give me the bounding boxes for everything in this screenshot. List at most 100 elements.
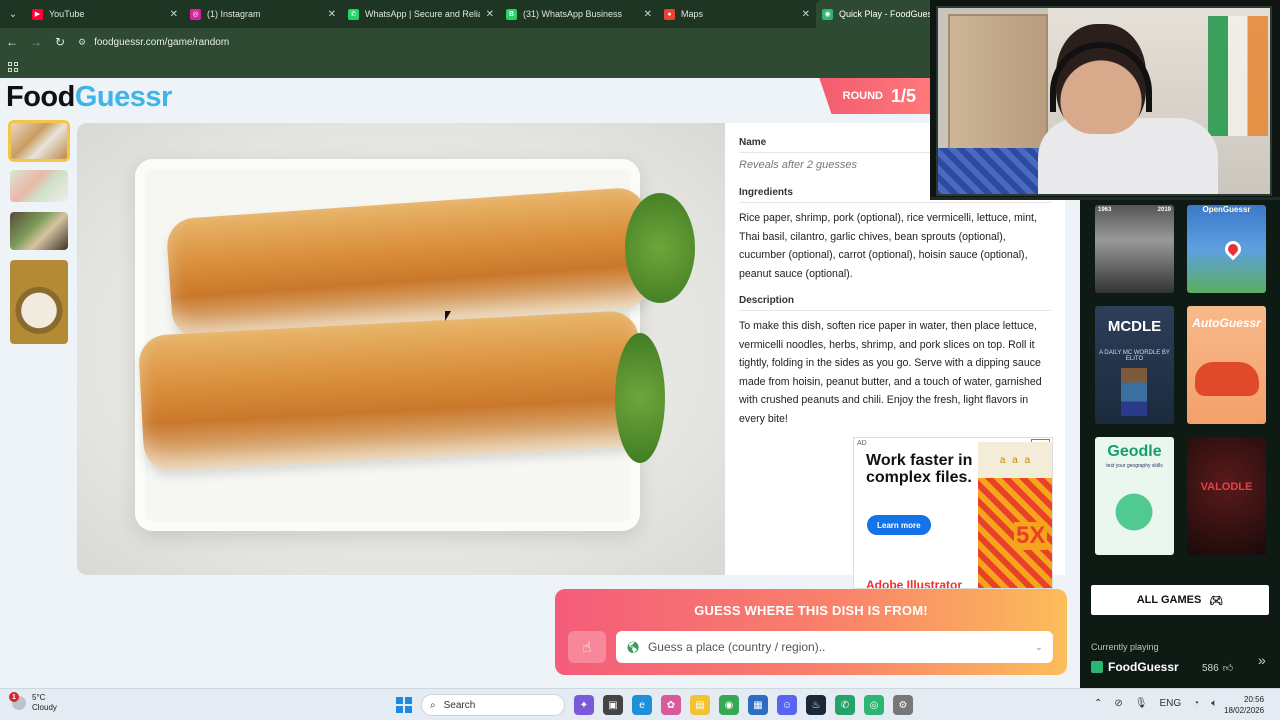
browser-tab[interactable]: ✆ WhatsApp | Secure and Reliable ✕ [342,0,500,28]
spring-roll-bottom [137,310,645,472]
close-tab-icon[interactable]: ✕ [486,9,494,20]
copilot-icon[interactable]: ✿ [661,695,681,715]
lettuce-garnish [625,193,695,303]
mouse-cursor-icon [445,311,457,321]
language-indicator[interactable]: ENG [1159,698,1181,709]
guess-place-input[interactable]: 🌎︎ Guess a place (country / region).. ⌄ [616,631,1053,663]
forward-button[interactable]: → [24,28,48,56]
browser-tab[interactable]: ● Maps ✕ [658,0,816,28]
volume-icon[interactable]: 🔈︎ [1211,698,1217,709]
game-tile-openguessr[interactable]: OpenGuessr [1187,205,1266,293]
search-icon: ⌕ [430,699,436,711]
ingredients-text: Rice paper, shrimp, pork (optional), ric… [739,212,1037,280]
windows-start-icon[interactable] [396,697,412,713]
taskbar-search[interactable]: ⌕ Search [421,694,565,716]
chrome-icon[interactable]: ◉ [719,695,739,715]
reload-button[interactable]: ↻ [48,28,72,56]
gamepad-icon: 🎮︎ [1209,594,1224,607]
flag [1208,16,1268,136]
round-value: 1/5 [890,85,916,106]
temperature: 5°C [32,693,46,702]
system-tray: ⌃ ⊘ 🎙︎ ENG ◔ 🔈︎ [1094,698,1217,709]
game-tile-valodle[interactable]: VALODLE [1187,437,1266,555]
foodguessr-icon [1091,661,1103,673]
thumbnail-3[interactable] [10,212,68,250]
game-tile-geodle[interactable]: Geodle test your geography skills [1095,437,1174,555]
person-torso [1038,118,1218,194]
foodguessr-logo[interactable]: FoodGuessr [6,81,172,114]
time: 20:56 [1244,695,1265,704]
chevron-down-icon[interactable]: ⌄ [1035,642,1043,653]
currently-playing-label: Currently playing [1091,642,1159,652]
ad-learn-more-button[interactable]: Learn more [867,515,931,535]
round-indicator: ROUND 1/5 [819,78,934,114]
next-game-button[interactable]: » [1258,652,1266,668]
instagram-icon: ◎ [190,8,201,20]
webcam-overlay [930,0,1280,200]
notification-badge: 1 [9,692,19,702]
tab-title: YouTube [49,9,85,19]
all-games-button[interactable]: ALL GAMES 🎮︎ [1091,585,1269,615]
address-bar[interactable]: ⚙ foodguessr.com/game/random [78,37,229,48]
currently-playing: Currently playing FoodGuessr 586 👍︎ » [1080,632,1280,688]
store-icon[interactable]: ▦ [748,695,768,715]
task-view-icon[interactable]: ▣ [603,695,623,715]
microphone-icon[interactable]: 🎙︎ [1135,698,1148,709]
cloud-icon: 1 [9,692,26,710]
game-tile-autoguessr[interactable]: AutoGuessr [1187,306,1266,424]
likes-counter[interactable]: 586 👍︎ [1202,662,1233,675]
site-info-icon[interactable]: ⚙ [78,37,86,48]
ad-brand: Adobe Illustrator [866,578,963,589]
description-text: To make this dish, soften rice paper in … [739,320,1042,425]
tab-search-button[interactable]: ⌄ [0,0,26,28]
thumbnail-4[interactable] [10,260,68,344]
guess-title: GUESS WHERE THIS DISH IS FROM! [694,603,928,618]
wifi-icon[interactable]: ◔ [1193,698,1199,709]
apps-grid-icon[interactable] [8,62,18,72]
network-off-icon[interactable]: ⊘ [1114,698,1122,709]
maps-icon: ● [664,8,675,20]
dish-photo[interactable] [77,123,725,575]
chevron-up-icon[interactable]: ⌃ [1094,698,1102,709]
clock[interactable]: 20:56 18/02/2026 [1224,694,1264,716]
tab-title: WhatsApp | Secure and Reliable [365,9,480,19]
settings-gear-icon[interactable]: ⚙ [893,695,913,715]
weather-widget[interactable]: 1 5°C Cloudy [9,692,57,713]
game-tile-history[interactable]: 1963 2019 [1095,205,1174,293]
browser-tab[interactable]: ▶ YouTube ✕ [26,0,184,28]
guess-placeholder: Guess a place (country / region).. [647,640,826,654]
whatsapp-business-icon: B [506,8,517,20]
browser-tab[interactable]: ◎ (1) Instagram ✕ [184,0,342,28]
world-map [1105,477,1163,547]
thumbnail-1[interactable] [8,120,70,162]
whatsapp-icon: ✆ [348,8,359,20]
advertisement[interactable]: AD ▷✕ a a a 5X Work faster in complex fi… [853,437,1053,589]
foodguessr-icon: ◉ [822,8,833,20]
whatsapp-icon[interactable]: ✆ [835,695,855,715]
youtube-icon: ▶ [32,8,43,20]
chrome-profile-icon[interactable]: ◎ [864,695,884,715]
close-tab-icon[interactable]: ✕ [328,9,336,20]
file-explorer-icon[interactable]: ▤ [690,695,710,715]
lettuce-garnish [615,333,665,463]
webcam-frame [936,6,1272,196]
widgets-icon[interactable]: ✦ [574,695,594,715]
close-tab-icon[interactable]: ✕ [170,9,178,20]
steam-icon[interactable]: ♨ [806,695,826,715]
tab-title: (1) Instagram [207,9,261,19]
thumbnail-2[interactable] [10,170,68,202]
minecraft-character [1121,368,1147,416]
back-button[interactable]: ← [0,28,24,56]
close-tab-icon[interactable]: ✕ [802,9,810,20]
discord-icon[interactable]: ☺ [777,695,797,715]
currently-playing-name: FoodGuessr [1091,660,1179,674]
ad-artwork-5x: 5X [1014,522,1048,550]
game-tile-mcdle[interactable]: MCDLE A DAILY MC WORDLE BY ELITO [1095,306,1174,424]
close-tab-icon[interactable]: ✕ [644,9,652,20]
edge-icon[interactable]: e [632,695,652,715]
ad-headline: Work faster in complex files. [866,452,973,486]
windows-taskbar: 1 5°C Cloudy ⌕ Search ✦ ▣ e ✿ ▤ ◉ ▦ ☺ ♨ … [0,688,1280,720]
point-hand-icon[interactable]: ☝ [568,631,606,663]
browser-tab[interactable]: B (31) WhatsApp Business ✕ [500,0,658,28]
tab-title: Maps [681,9,704,19]
